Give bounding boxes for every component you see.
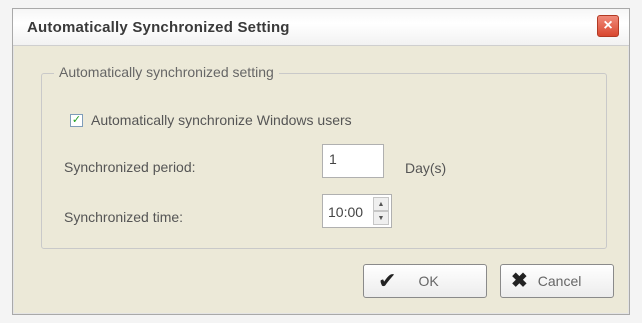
chevron-down-icon: ▼ [377,214,385,222]
auto-sync-checkbox[interactable]: ✓ [70,113,83,127]
chevron-up-icon: ▲ [377,200,385,208]
period-label: Synchronized period: [64,159,196,175]
close-icon: × [603,17,613,34]
window-title: Automatically Synchronized Setting [27,19,290,36]
dialog-window: Automatically Synchronized Setting × Aut… [12,8,630,315]
check-icon: ✔ [378,268,397,293]
ok-button-label: OK [418,273,439,289]
group-legend: Automatically synchronized setting [54,64,279,80]
cancel-button[interactable]: ✖ Cancel [500,264,614,298]
title-bar[interactable]: Automatically Synchronized Setting × [13,9,629,46]
checkmark-icon: ✓ [71,113,82,126]
time-spinner: ▲ ▼ [373,197,389,225]
x-icon: ✖ [511,270,528,292]
time-input[interactable]: 10:00 ▲ ▼ [322,194,392,228]
cancel-button-label: Cancel [537,273,582,289]
spin-down-button[interactable]: ▼ [373,211,389,225]
period-input[interactable]: 1 [322,144,384,178]
auto-sync-checkbox-label: Automatically synchronize Windows users [91,112,352,128]
auto-sync-checkbox-row[interactable]: ✓ Automatically synchronize Windows user… [70,112,352,128]
ok-button[interactable]: ✔ OK [363,264,487,298]
spin-up-button[interactable]: ▲ [373,197,389,211]
sync-settings-group: Automatically synchronized setting ✓ Aut… [41,64,607,249]
time-value: 10:00 [328,204,364,220]
time-label: Synchronized time: [64,209,184,225]
close-button[interactable]: × [597,15,619,37]
period-unit-label: Day(s) [405,160,447,176]
